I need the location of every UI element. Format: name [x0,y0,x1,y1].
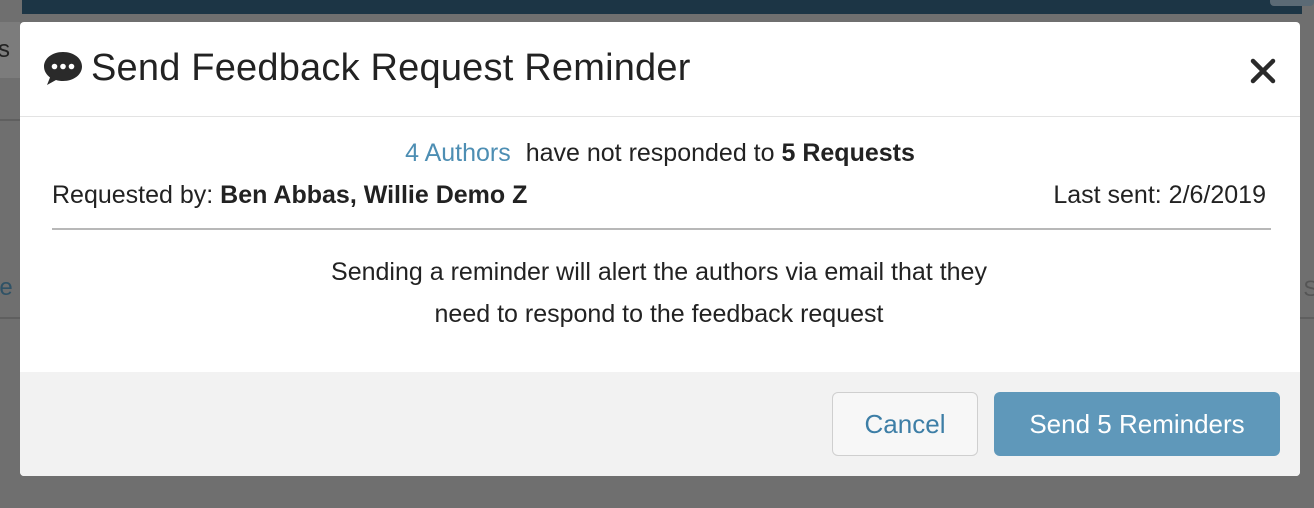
background-divider [0,317,22,319]
close-icon[interactable] [1248,56,1278,86]
requests-count: 5 Requests [781,139,915,167]
background-text-fragment: S [1303,276,1314,301]
authors-link[interactable]: 4 Authors [405,139,511,167]
summary-line: 4 Authors have not responded to 5 Reques… [20,139,1300,168]
send-reminders-button[interactable]: Send 5 Reminders [994,392,1280,456]
background-text-fragment: le [0,274,13,301]
requested-by-names: Ben Abbas, Willie Demo Z [220,181,528,209]
background-text-fragment: s [0,36,10,63]
dialog-footer: Cancel Send 5 Reminders [20,372,1300,476]
dialog-body: 4 Authors have not responded to 5 Reques… [20,117,1300,372]
background-top-bar [22,0,1302,14]
background-corner-button [1270,0,1314,6]
dialog-header: Send Feedback Request Reminder [20,22,1300,117]
divider [52,228,1271,230]
last-sent: Last sent: 2/6/2019 [1053,181,1266,210]
dialog-title: Send Feedback Request Reminder [91,47,691,89]
message-line: need to respond to the feedback request [434,300,884,328]
summary-text: have not responded to [525,139,775,167]
background-divider [0,119,22,121]
feedback-reminder-dialog: Send Feedback Request Reminder 4 Authors… [20,22,1300,476]
message-line: Sending a reminder will alert the author… [331,258,987,286]
background-divider [1300,317,1314,319]
last-sent-label: Last sent: [1053,181,1162,209]
requested-by: Requested by: Ben Abbas, Willie Demo Z [52,181,527,210]
chat-bubble-icon [44,52,82,85]
reminder-message: Sending a reminder will alert the author… [20,251,1298,335]
requested-by-label: Requested by: [52,181,214,209]
cancel-button[interactable]: Cancel [832,392,978,456]
last-sent-date: 2/6/2019 [1168,181,1266,209]
